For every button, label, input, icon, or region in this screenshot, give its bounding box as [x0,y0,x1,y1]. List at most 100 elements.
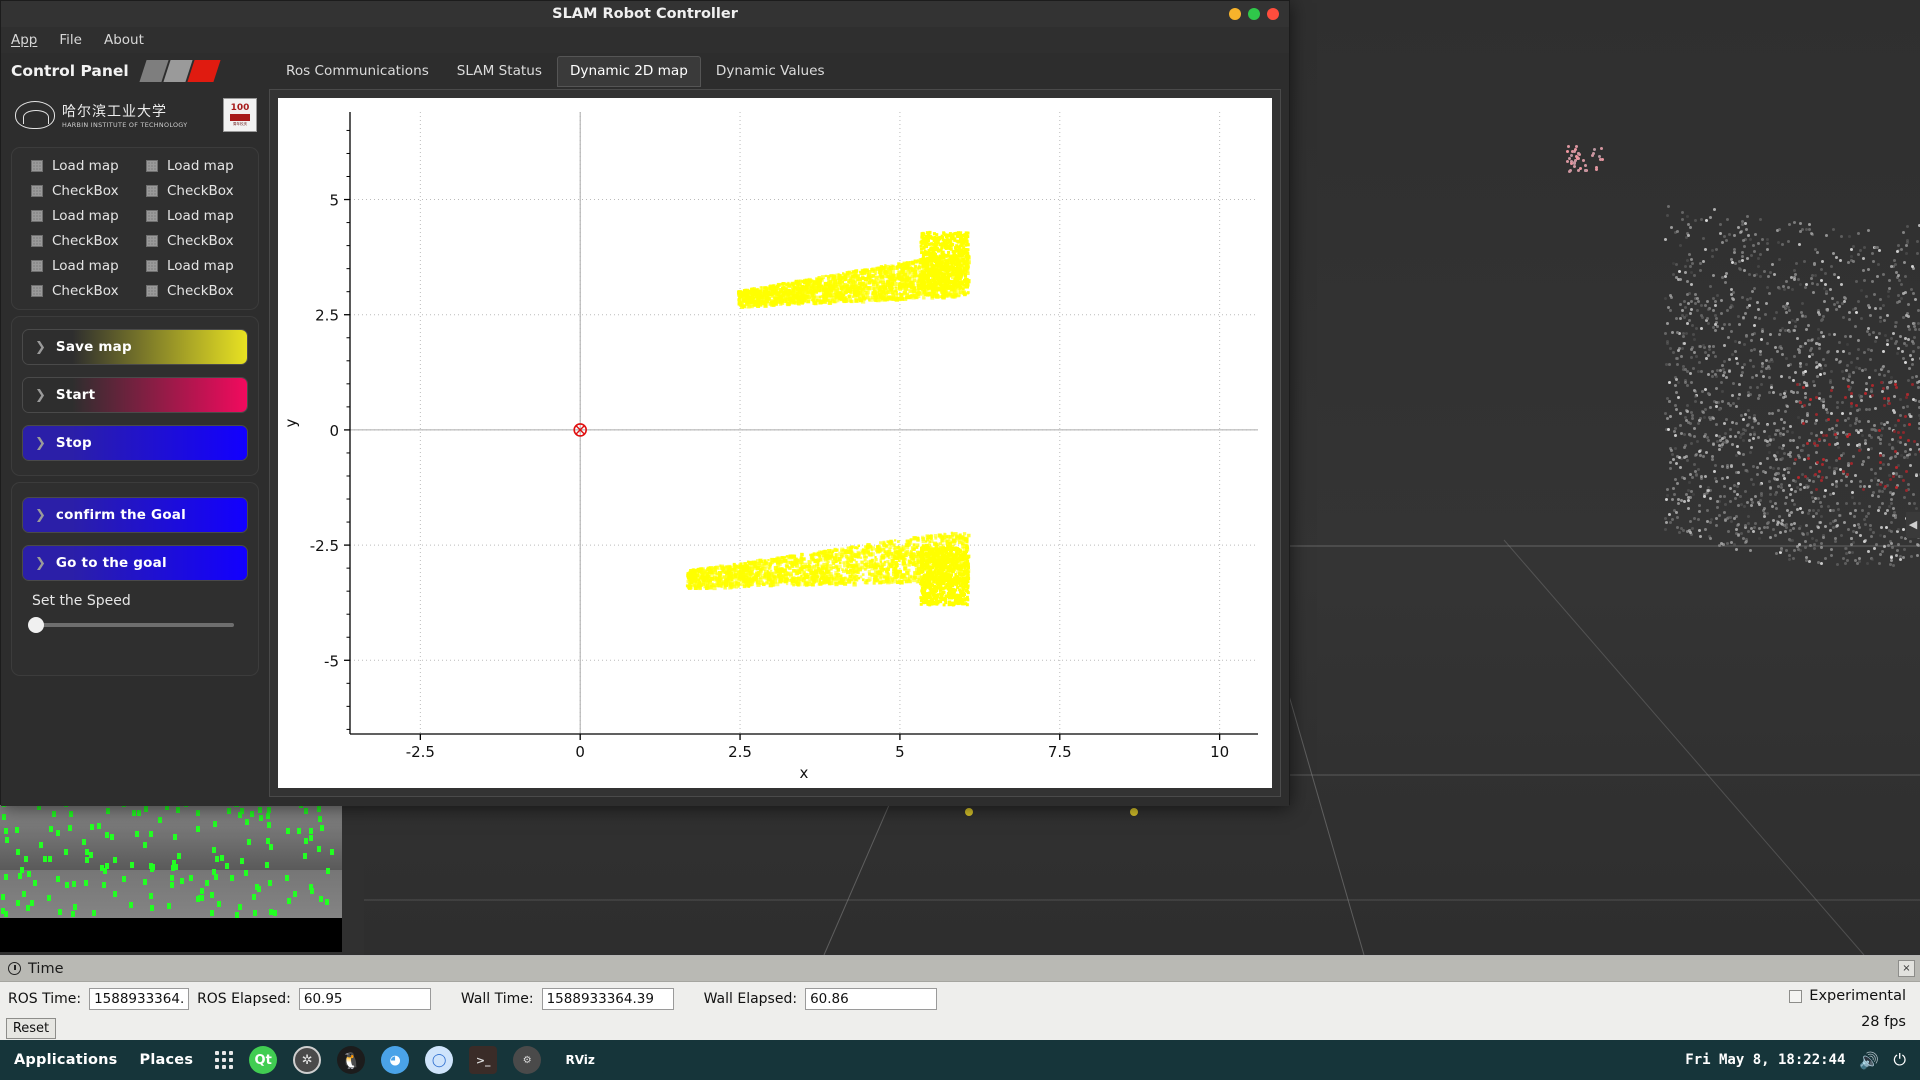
checkbox-box[interactable] [31,260,43,272]
checkbox-item[interactable]: CheckBox [20,233,135,249]
places-menu[interactable]: Places [140,1052,194,1068]
checkbox-box[interactable] [146,260,158,272]
checkbox-item[interactable]: CheckBox [20,283,135,299]
experimental-toggle[interactable]: Experimental [1789,988,1906,1004]
show-applications-icon[interactable] [215,1051,234,1069]
tab-ros-communications[interactable]: Ros Communications [273,56,442,87]
window-titlebar[interactable]: SLAM Robot Controller [1,1,1289,27]
checkbox-box[interactable] [31,185,43,197]
time-field-input[interactable] [805,988,938,1010]
time-field-input[interactable] [298,988,431,1010]
tab-slam-status[interactable]: SLAM Status [444,56,555,87]
taskbar-clock[interactable]: Fri May 8, 18:22:44 [1685,1052,1845,1068]
checkbox-box[interactable] [146,160,158,172]
button-label: Start [55,387,96,403]
stop-button[interactable]: ❯ Stop [22,425,248,461]
volume-icon[interactable]: 🔊 [1859,1051,1879,1070]
checkbox-box[interactable] [146,185,158,197]
hit-app-icon[interactable]: ⚙ [513,1046,542,1074]
checkbox-item[interactable]: Load map [135,258,250,274]
checkbox-item[interactable]: Load map [135,208,250,224]
control-panel-title: Control Panel [11,62,129,80]
camera-feature-view [0,800,342,952]
checkbox-item[interactable]: Load map [20,208,135,224]
checkbox-label: Load map [52,158,119,174]
checkbox-item[interactable]: Load map [20,258,135,274]
button-label: Go to the goal [55,555,167,571]
checkbox-item[interactable]: CheckBox [135,283,250,299]
speed-slider[interactable] [22,617,248,633]
svg-text:5: 5 [895,743,905,761]
rviz-icon[interactable]: RViz [557,1046,604,1074]
menu-item-file[interactable]: File [59,32,82,48]
checkbox-item[interactable]: CheckBox [20,183,135,199]
anniversary-number: 100 [230,102,250,113]
tab-dynamic-2d-map[interactable]: Dynamic 2D map [556,56,701,87]
scatter-plot: -5 -2.5 0 2.5 5 -2.5 0 2.5 5 7.5 10 x y [282,112,1258,782]
settings-icon[interactable]: ✲ [293,1046,322,1074]
checkbox-box[interactable] [146,285,158,297]
goal-button-group: ❯ confirm the Goal ❯ Go to the goal Set the… [11,482,259,676]
dynamic-2d-map-panel: -5 -2.5 0 2.5 5 -2.5 0 2.5 5 7.5 10 x y [269,89,1281,797]
control-panel: Control Panel 哈尔滨工业大学 HARBIN INSTITUTE O… [1,53,269,806]
checkbox-box[interactable] [31,285,43,297]
checkbox-box[interactable] [146,235,158,247]
reset-button[interactable]: Reset [6,1018,56,1039]
checkbox-item[interactable]: CheckBox [135,233,250,249]
hit-crest-icon [15,101,55,129]
maximize-button[interactable] [1248,8,1260,20]
time-panel: Time × ROS Time: ROS Elapsed: Wall Time: Wa… [0,955,1920,1040]
minimize-button[interactable] [1229,8,1241,20]
time-panel-title: Time [28,960,64,977]
checkbox-label: CheckBox [52,183,119,199]
checkbox-item[interactable]: Load map [20,158,135,174]
banner-decoration-icon [139,60,221,82]
speed-slider-track[interactable] [28,617,234,633]
time-panel-close-icon[interactable]: × [1898,960,1915,977]
logo-row: 哈尔滨工业大学 HARBIN INSTITUTE OF TECHNOLOGY 1… [1,89,269,141]
menu-bar: App File About [1,27,1289,53]
checkbox-box[interactable] [146,210,158,222]
checkbox-box[interactable] [31,160,43,172]
power-icon[interactable]: ⏻ [1893,1050,1906,1070]
tab-area: Ros Communications SLAM Status Dynamic 2D … [269,53,1289,806]
checkbox-label: Load map [52,258,119,274]
speed-slider-knob[interactable] [28,617,44,633]
start-button[interactable]: ❯ Start [22,377,248,413]
checkbox-item[interactable]: CheckBox [135,183,250,199]
save-map-button[interactable]: ❯ Save map [22,329,248,365]
confirm-the-goal-button[interactable]: ❯ confirm the Goal [22,497,248,533]
go-to-the-goal-button[interactable]: ❯ Go to the goal [22,545,248,581]
terminal-icon[interactable]: >_ [469,1046,498,1074]
time-field-input[interactable] [541,988,674,1010]
plot-canvas[interactable]: -5 -2.5 0 2.5 5 -2.5 0 2.5 5 7.5 10 x y [278,98,1272,788]
anniversary-caption: 周年校庆 [232,121,248,126]
experimental-label: Experimental [1809,988,1906,1004]
menu-item-about[interactable]: About [104,32,144,48]
time-field-label: Wall Time: [460,991,534,1007]
firefox-icon[interactable]: ◕ [381,1046,410,1074]
chromium-icon[interactable]: ◯ [425,1046,454,1074]
control-panel-header: Control Panel [1,53,269,89]
tab-dynamic-values[interactable]: Dynamic Values [703,56,838,87]
qt-creator-icon[interactable]: Qt [249,1046,278,1074]
svg-text:10: 10 [1210,743,1229,761]
time-field-input[interactable] [89,988,190,1010]
applications-menu[interactable]: Applications [14,1052,118,1068]
qq-icon[interactable]: 🐧 [337,1046,366,1074]
menu-item-app[interactable]: App [11,32,37,48]
checkbox-box[interactable] [31,210,43,222]
time-field-label: ROS Time: [8,991,82,1007]
rviz-panel-collapse-handle[interactable]: ◀ [1906,512,1920,538]
time-panel-header: Time × [0,956,1920,982]
desktop-taskbar: Applications Places Qt ✲ 🐧 ◕ ◯ >_ ⚙ RViz… [0,1040,1920,1080]
experimental-checkbox[interactable] [1789,989,1803,1003]
time-field-label: Wall Elapsed: [703,991,798,1007]
svg-text:-2.5: -2.5 [310,537,339,555]
checkbox-item[interactable]: Load map [135,158,250,174]
window-controls [1229,8,1279,20]
checkbox-box[interactable] [31,235,43,247]
speed-label: Set the Speed [32,593,131,609]
close-button[interactable] [1267,8,1279,20]
slam-robot-controller-window: SLAM Robot Controller App File About Con… [0,0,1290,806]
